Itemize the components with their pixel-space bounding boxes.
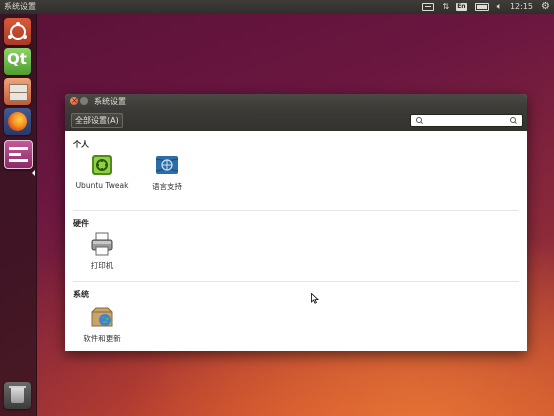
language-support-item[interactable]: 语言支持: [135, 153, 199, 192]
printer-item[interactable]: 打印机: [70, 232, 134, 271]
window-toolbar: 全部设置(A): [65, 109, 527, 131]
settings-bar: [9, 159, 28, 162]
section-divider: [73, 281, 519, 282]
search-icon: [416, 117, 423, 124]
logo-dot: [23, 35, 27, 39]
system-settings-launcher[interactable]: [4, 140, 33, 169]
files-launcher[interactable]: [4, 78, 31, 105]
active-app-indicator: [32, 170, 35, 176]
software-updates-icon: [90, 305, 114, 329]
ubuntu-tweak-icon: [90, 153, 114, 177]
qt-icon: Qt: [7, 50, 27, 68]
network-arrows-icon[interactable]: ⇅: [442, 0, 449, 14]
input-language-indicator[interactable]: En: [456, 3, 467, 11]
file-cabinet-drawer: [9, 92, 28, 101]
mouse-cursor-icon: [311, 293, 319, 304]
indicator-area: ⇅ En 🔈︎ 12:15 ⚙: [422, 0, 550, 14]
search-input[interactable]: [427, 115, 507, 126]
window-titlebar[interactable]: 系统设置: [65, 94, 527, 109]
logo-dot: [16, 22, 20, 26]
launcher: Qt: [0, 14, 37, 416]
settings-icon: [9, 147, 28, 150]
close-button[interactable]: [70, 94, 78, 108]
keyboard-icon[interactable]: [422, 3, 435, 11]
trash-launcher[interactable]: [4, 382, 31, 409]
item-label: 软件和更新: [83, 334, 121, 343]
settings-bar: [9, 153, 21, 156]
section-title-hardware: 硬件: [73, 219, 89, 228]
qt-creator-launcher[interactable]: Qt: [4, 48, 31, 75]
search-icon[interactable]: [510, 117, 517, 124]
software-updates-item[interactable]: 软件和更新: [70, 305, 134, 344]
window-title: 系统设置: [94, 97, 126, 106]
volume-icon[interactable]: 🔈︎: [497, 0, 502, 14]
trash-can: [11, 388, 24, 403]
item-label: Ubuntu Tweak: [75, 181, 129, 190]
ubuntu-tweak-item[interactable]: Ubuntu Tweak: [70, 153, 134, 190]
settings-content: 个人 Ubuntu Tweak 语言支持 硬件 打印机 系统 软件和更新: [65, 131, 527, 351]
clock[interactable]: 12:15: [510, 0, 533, 14]
top-panel: 系统设置 ⇅ En 🔈︎ 12:15 ⚙: [0, 0, 554, 14]
dash-home-button[interactable]: [4, 18, 31, 45]
firefox-icon: [8, 112, 27, 131]
section-divider: [73, 210, 519, 211]
system-settings-window: 系统设置 全部设置(A) 个人 Ubuntu Tweak: [65, 94, 527, 351]
section-title-system: 系统: [73, 290, 89, 299]
battery-icon[interactable]: [474, 3, 489, 11]
printer-icon: [90, 232, 114, 256]
firefox-launcher[interactable]: [4, 108, 31, 135]
logo-dot: [8, 35, 12, 39]
language-support-icon: [155, 153, 179, 177]
item-label: 语言支持: [152, 182, 182, 191]
minimize-button[interactable]: [80, 97, 88, 105]
all-settings-button[interactable]: 全部设置(A): [71, 113, 123, 128]
section-title-personal: 个人: [73, 140, 89, 149]
search-box[interactable]: [410, 114, 523, 127]
active-window-title: 系统设置: [4, 2, 36, 11]
item-label: 打印机: [90, 261, 114, 270]
gear-icon[interactable]: ⚙: [541, 0, 550, 14]
